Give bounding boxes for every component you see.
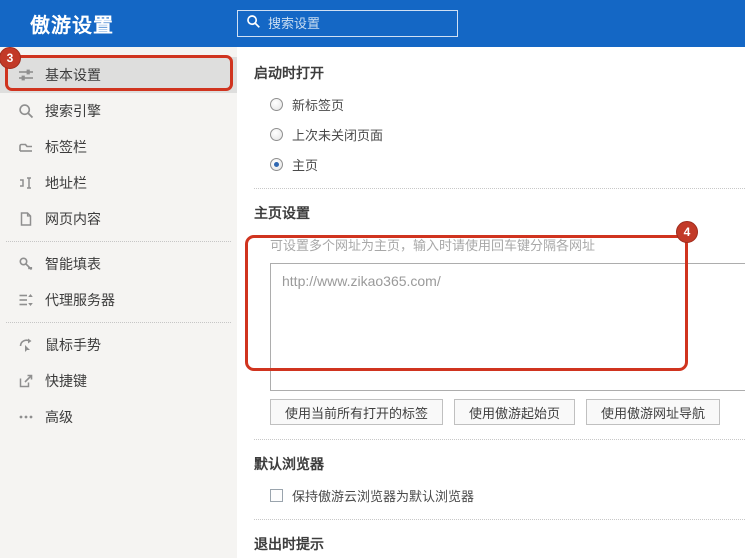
shortcut-key-icon: [17, 373, 34, 390]
radio-icon-selected[interactable]: [270, 158, 283, 171]
sidebar-item-address-bar[interactable]: 地址栏: [0, 165, 237, 201]
checkbox-label: 保持傲游云浏览器为默认浏览器: [292, 486, 474, 505]
sidebar-item-label: 智能填表: [45, 254, 101, 274]
sidebar-item-label: 标签栏: [45, 137, 87, 157]
use-current-tabs-button[interactable]: 使用当前所有打开的标签: [270, 399, 443, 425]
address-bar-icon: [17, 175, 34, 192]
checkbox-option-default-browser[interactable]: 保持傲游云浏览器为默认浏览器: [270, 486, 745, 505]
section-heading-default-browser: 默认浏览器: [254, 454, 745, 474]
sidebar-item-label: 搜索引擎: [45, 101, 101, 121]
radio-icon[interactable]: [270, 98, 283, 111]
radio-label: 上次未关闭页面: [292, 125, 383, 144]
settings-content: 启动时打开 新标签页 上次未关闭页面 主页 主页设置 可设置多个网址为主页，输入…: [237, 47, 745, 558]
homepage-hint-text: 可设置多个网址为主页，输入时请使用回车键分隔各网址: [270, 235, 745, 254]
page-content-icon: [17, 211, 34, 228]
radio-option-new-tab[interactable]: 新标签页: [270, 95, 745, 114]
sidebar-item-label: 代理服务器: [45, 290, 115, 310]
radio-option-homepage[interactable]: 主页: [270, 155, 745, 174]
sidebar-item-tab-bar[interactable]: 标签栏: [0, 129, 237, 165]
use-maxthon-start-page-button[interactable]: 使用傲游起始页: [454, 399, 575, 425]
ellipsis-icon: [17, 409, 34, 426]
radio-label: 主页: [292, 155, 318, 174]
settings-sliders-icon: [17, 67, 34, 84]
sidebar-item-basic-settings[interactable]: 基本设置: [0, 57, 237, 93]
sidebar-item-label: 地址栏: [45, 173, 87, 193]
annotation-step-badge-4: 4: [676, 221, 698, 243]
radio-label: 新标签页: [292, 95, 344, 114]
sidebar-item-label: 基本设置: [45, 65, 101, 85]
sidebar-item-page-content[interactable]: 网页内容: [0, 201, 237, 237]
use-maxthon-navigation-button[interactable]: 使用傲游网址导航: [586, 399, 720, 425]
homepage-urls-textarea[interactable]: http://www.zikao365.com/: [270, 263, 745, 391]
sidebar: 基本设置 搜索引擎 标签栏 地址栏 网页内容: [0, 47, 237, 558]
sidebar-item-mouse-gestures[interactable]: 鼠标手势: [0, 327, 237, 363]
search-input[interactable]: [268, 16, 449, 31]
sidebar-item-label: 网页内容: [45, 209, 101, 229]
radio-icon[interactable]: [270, 128, 283, 141]
tab-bar-icon: [17, 139, 34, 156]
search-icon: [17, 103, 34, 120]
section-heading-exit-prompt: 退出时提示: [254, 534, 745, 554]
section-divider: [254, 439, 745, 440]
section-divider: [254, 519, 745, 520]
sidebar-item-shortcut-keys[interactable]: 快捷键: [0, 363, 237, 399]
section-divider: [254, 188, 745, 189]
section-heading-homepage: 主页设置: [254, 203, 745, 223]
sidebar-item-advanced[interactable]: 高级: [0, 399, 237, 435]
sidebar-item-search-engine[interactable]: 搜索引擎: [0, 93, 237, 129]
sidebar-item-form-fill[interactable]: 智能填表: [0, 246, 237, 282]
section-heading-startup: 启动时打开: [254, 63, 745, 83]
mouse-gesture-icon: [17, 337, 34, 354]
sidebar-separator: [6, 241, 231, 242]
annotation-step-badge-3: 3: [0, 47, 21, 69]
header-bar: 傲游设置: [0, 0, 745, 47]
sidebar-item-proxy-server[interactable]: 代理服务器: [0, 282, 237, 318]
proxy-list-icon: [17, 292, 34, 309]
radio-option-last-session[interactable]: 上次未关闭页面: [270, 125, 745, 144]
checkbox-icon[interactable]: [270, 489, 283, 502]
key-icon: [17, 256, 34, 273]
sidebar-separator: [6, 322, 231, 323]
sidebar-item-label: 鼠标手势: [45, 335, 101, 355]
settings-window: 傲游设置 基本设置 搜索引擎 标签栏: [0, 0, 745, 558]
sidebar-item-label: 高级: [45, 407, 73, 427]
settings-search-box[interactable]: [237, 10, 458, 37]
page-title: 傲游设置: [30, 9, 114, 38]
search-icon: [246, 14, 261, 34]
sidebar-item-label: 快捷键: [45, 371, 87, 391]
